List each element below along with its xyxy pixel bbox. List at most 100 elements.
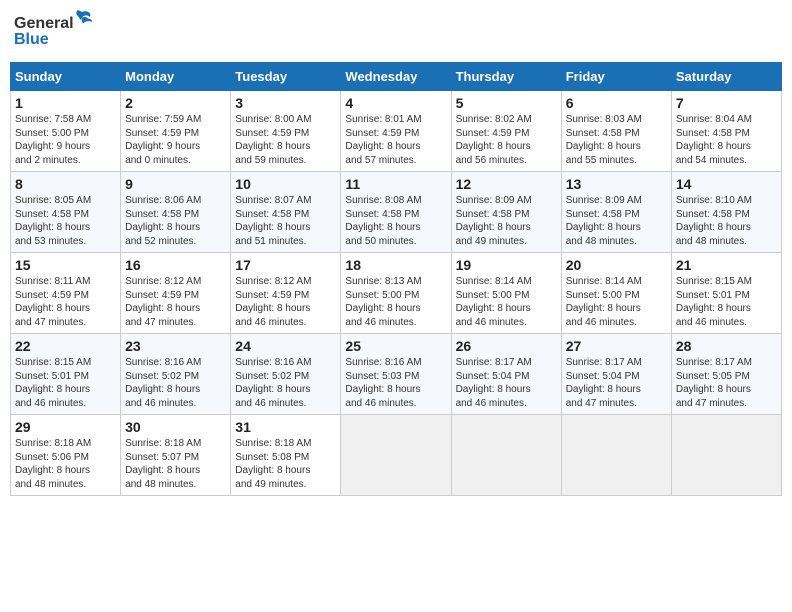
calendar-cell bbox=[671, 415, 781, 496]
logo: General Blue bbox=[14, 10, 94, 54]
svg-text:General: General bbox=[14, 15, 74, 32]
day-info: Sunrise: 8:13 AM Sunset: 5:00 PM Dayligh… bbox=[345, 275, 446, 329]
day-info: Sunrise: 8:08 AM Sunset: 4:58 PM Dayligh… bbox=[345, 194, 446, 248]
svg-text:Blue: Blue bbox=[14, 31, 49, 48]
week-row-2: 8 Sunrise: 8:05 AM Sunset: 4:58 PM Daylig… bbox=[11, 172, 782, 253]
day-number: 3 bbox=[235, 95, 336, 111]
day-info: Sunrise: 8:16 AM Sunset: 5:02 PM Dayligh… bbox=[125, 356, 226, 410]
day-info: Sunrise: 8:16 AM Sunset: 5:03 PM Dayligh… bbox=[345, 356, 446, 410]
day-number: 28 bbox=[676, 338, 777, 354]
day-info: Sunrise: 8:17 AM Sunset: 5:04 PM Dayligh… bbox=[566, 356, 667, 410]
calendar-cell: 19Sunrise: 8:14 AM Sunset: 5:00 PM Dayli… bbox=[451, 253, 561, 334]
day-info: Sunrise: 8:07 AM Sunset: 4:58 PM Dayligh… bbox=[235, 194, 336, 248]
day-number: 2 bbox=[125, 95, 226, 111]
logo-svg: General Blue bbox=[14, 10, 94, 54]
day-number: 4 bbox=[345, 95, 446, 111]
calendar-cell: 4 Sunrise: 8:01 AM Sunset: 4:59 PM Daylig… bbox=[341, 91, 451, 172]
calendar-cell: 22Sunrise: 8:15 AM Sunset: 5:01 PM Dayli… bbox=[11, 334, 121, 415]
calendar-cell: 11 Sunrise: 8:08 AM Sunset: 4:58 PM Dayli… bbox=[341, 172, 451, 253]
day-number: 20 bbox=[566, 257, 667, 273]
calendar-cell: 29 Sunrise: 8:18 AM Sunset: 5:06 PM Dayli… bbox=[11, 415, 121, 496]
calendar-cell: 6Sunrise: 8:03 AM Sunset: 4:58 PM Daylig… bbox=[561, 91, 671, 172]
day-number: 30 bbox=[125, 419, 226, 435]
week-row-3: 15 Sunrise: 8:11 AM Sunset: 4:59 PM Dayli… bbox=[11, 253, 782, 334]
calendar-cell bbox=[341, 415, 451, 496]
day-info: Sunrise: 7:58 AM Sunset: 5:00 PM Dayligh… bbox=[15, 113, 116, 167]
day-info: Sunrise: 8:18 AM Sunset: 5:06 PM Dayligh… bbox=[15, 437, 116, 491]
day-info: Sunrise: 8:00 AM Sunset: 4:59 PM Dayligh… bbox=[235, 113, 336, 167]
week-row-4: 22Sunrise: 8:15 AM Sunset: 5:01 PM Dayli… bbox=[11, 334, 782, 415]
calendar-cell: 8 Sunrise: 8:05 AM Sunset: 4:58 PM Daylig… bbox=[11, 172, 121, 253]
week-row-5: 29 Sunrise: 8:18 AM Sunset: 5:06 PM Dayli… bbox=[11, 415, 782, 496]
day-info: Sunrise: 8:15 AM Sunset: 5:01 PM Dayligh… bbox=[676, 275, 777, 329]
day-header-monday: Monday bbox=[121, 63, 231, 91]
day-info: Sunrise: 8:16 AM Sunset: 5:02 PM Dayligh… bbox=[235, 356, 336, 410]
day-header-saturday: Saturday bbox=[671, 63, 781, 91]
calendar-cell: 24 Sunrise: 8:16 AM Sunset: 5:02 PM Dayli… bbox=[231, 334, 341, 415]
day-header-sunday: Sunday bbox=[11, 63, 121, 91]
day-info: Sunrise: 8:17 AM Sunset: 5:04 PM Dayligh… bbox=[456, 356, 557, 410]
day-header-wednesday: Wednesday bbox=[341, 63, 451, 91]
day-info: Sunrise: 8:09 AM Sunset: 4:58 PM Dayligh… bbox=[456, 194, 557, 248]
calendar-cell: 9 Sunrise: 8:06 AM Sunset: 4:58 PM Daylig… bbox=[121, 172, 231, 253]
day-number: 8 bbox=[15, 176, 116, 192]
calendar-cell: 16 Sunrise: 8:12 AM Sunset: 4:59 PM Dayli… bbox=[121, 253, 231, 334]
day-number: 9 bbox=[125, 176, 226, 192]
calendar-cell bbox=[561, 415, 671, 496]
day-number: 12 bbox=[456, 176, 557, 192]
day-number: 16 bbox=[125, 257, 226, 273]
calendar-cell: 15 Sunrise: 8:11 AM Sunset: 4:59 PM Dayli… bbox=[11, 253, 121, 334]
day-number: 27 bbox=[566, 338, 667, 354]
day-info: Sunrise: 8:05 AM Sunset: 4:58 PM Dayligh… bbox=[15, 194, 116, 248]
day-info: Sunrise: 8:12 AM Sunset: 4:59 PM Dayligh… bbox=[235, 275, 336, 329]
calendar-cell: 2Sunrise: 7:59 AM Sunset: 4:59 PM Daylig… bbox=[121, 91, 231, 172]
calendar-cell: 18 Sunrise: 8:13 AM Sunset: 5:00 PM Dayli… bbox=[341, 253, 451, 334]
day-info: Sunrise: 8:17 AM Sunset: 5:05 PM Dayligh… bbox=[676, 356, 777, 410]
day-number: 26 bbox=[456, 338, 557, 354]
day-number: 29 bbox=[15, 419, 116, 435]
page-header: General Blue bbox=[10, 10, 782, 54]
day-header-thursday: Thursday bbox=[451, 63, 561, 91]
day-info: Sunrise: 8:06 AM Sunset: 4:58 PM Dayligh… bbox=[125, 194, 226, 248]
calendar-cell: 10 Sunrise: 8:07 AM Sunset: 4:58 PM Dayli… bbox=[231, 172, 341, 253]
day-info: Sunrise: 8:01 AM Sunset: 4:59 PM Dayligh… bbox=[345, 113, 446, 167]
calendar-cell: 14 Sunrise: 8:10 AM Sunset: 4:58 PM Dayli… bbox=[671, 172, 781, 253]
calendar-cell: 30 Sunrise: 8:18 AM Sunset: 5:07 PM Dayli… bbox=[121, 415, 231, 496]
calendar-cell: 25Sunrise: 8:16 AM Sunset: 5:03 PM Dayli… bbox=[341, 334, 451, 415]
calendar-cell: 5Sunrise: 8:02 AM Sunset: 4:59 PM Daylig… bbox=[451, 91, 561, 172]
day-info: Sunrise: 8:11 AM Sunset: 4:59 PM Dayligh… bbox=[15, 275, 116, 329]
day-info: Sunrise: 8:04 AM Sunset: 4:58 PM Dayligh… bbox=[676, 113, 777, 167]
day-number: 15 bbox=[15, 257, 116, 273]
day-info: Sunrise: 8:09 AM Sunset: 4:58 PM Dayligh… bbox=[566, 194, 667, 248]
calendar-table: SundayMondayTuesdayWednesdayThursdayFrid… bbox=[10, 62, 782, 496]
calendar-cell: 17Sunrise: 8:12 AM Sunset: 4:59 PM Dayli… bbox=[231, 253, 341, 334]
calendar-cell: 21 Sunrise: 8:15 AM Sunset: 5:01 PM Dayli… bbox=[671, 253, 781, 334]
day-info: Sunrise: 8:02 AM Sunset: 4:59 PM Dayligh… bbox=[456, 113, 557, 167]
day-number: 14 bbox=[676, 176, 777, 192]
calendar-cell: 1Sunrise: 7:58 AM Sunset: 5:00 PM Daylig… bbox=[11, 91, 121, 172]
day-number: 10 bbox=[235, 176, 336, 192]
calendar-cell: 7 Sunrise: 8:04 AM Sunset: 4:58 PM Daylig… bbox=[671, 91, 781, 172]
calendar-cell: 13Sunrise: 8:09 AM Sunset: 4:58 PM Dayli… bbox=[561, 172, 671, 253]
day-number: 7 bbox=[676, 95, 777, 111]
calendar-cell: 31Sunrise: 8:18 AM Sunset: 5:08 PM Dayli… bbox=[231, 415, 341, 496]
day-info: Sunrise: 8:03 AM Sunset: 4:58 PM Dayligh… bbox=[566, 113, 667, 167]
day-info: Sunrise: 8:14 AM Sunset: 5:00 PM Dayligh… bbox=[456, 275, 557, 329]
calendar-cell: 12 Sunrise: 8:09 AM Sunset: 4:58 PM Dayli… bbox=[451, 172, 561, 253]
day-info: Sunrise: 8:10 AM Sunset: 4:58 PM Dayligh… bbox=[676, 194, 777, 248]
day-number: 21 bbox=[676, 257, 777, 273]
day-header-friday: Friday bbox=[561, 63, 671, 91]
day-info: Sunrise: 8:12 AM Sunset: 4:59 PM Dayligh… bbox=[125, 275, 226, 329]
calendar-cell bbox=[451, 415, 561, 496]
day-number: 18 bbox=[345, 257, 446, 273]
calendar-cell: 23Sunrise: 8:16 AM Sunset: 5:02 PM Dayli… bbox=[121, 334, 231, 415]
day-info: Sunrise: 8:14 AM Sunset: 5:00 PM Dayligh… bbox=[566, 275, 667, 329]
day-number: 11 bbox=[345, 176, 446, 192]
day-info: Sunrise: 8:18 AM Sunset: 5:07 PM Dayligh… bbox=[125, 437, 226, 491]
calendar-cell: 3 Sunrise: 8:00 AM Sunset: 4:59 PM Daylig… bbox=[231, 91, 341, 172]
day-header-tuesday: Tuesday bbox=[231, 63, 341, 91]
calendar-cell: 26 Sunrise: 8:17 AM Sunset: 5:04 PM Dayli… bbox=[451, 334, 561, 415]
days-header-row: SundayMondayTuesdayWednesdayThursdayFrid… bbox=[11, 63, 782, 91]
day-number: 24 bbox=[235, 338, 336, 354]
day-number: 31 bbox=[235, 419, 336, 435]
